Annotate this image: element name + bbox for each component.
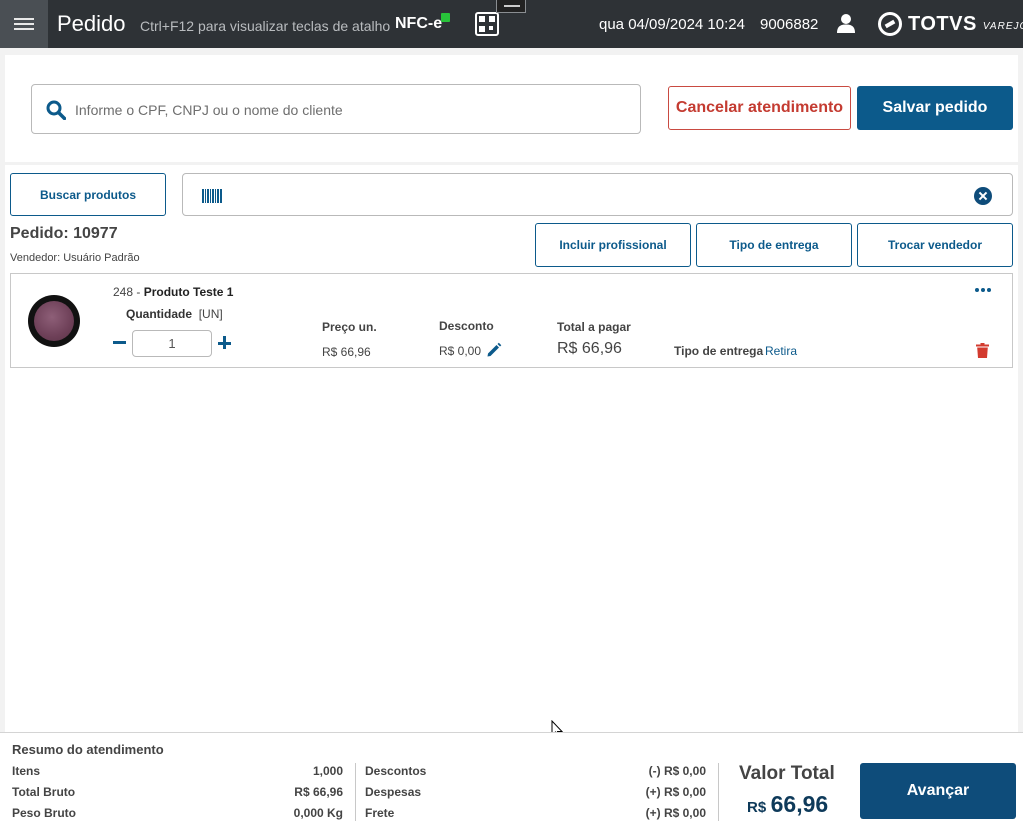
summary-title: Resumo do atendimento — [12, 742, 164, 757]
items-label: Itens — [12, 764, 41, 778]
gross-total-value: R$ 66,96 — [294, 785, 343, 799]
items-value: 1,000 — [312, 764, 343, 778]
more-options-icon[interactable] — [975, 288, 991, 294]
datetime: qua 04/09/2024 10:24 — [599, 16, 745, 33]
product-name: Produto Teste 1 — [143, 285, 234, 299]
discount-label: Desconto — [439, 319, 494, 333]
page-title: Pedido — [57, 11, 126, 36]
quantity-label: Quantidade [UN] — [126, 307, 223, 321]
trash-icon[interactable] — [976, 343, 989, 358]
user-code: 9006882 — [760, 16, 819, 33]
cancel-attendance-button[interactable]: Cancelar atendimento — [668, 86, 851, 130]
gross-total-label: Total Bruto — [12, 785, 76, 799]
unit-price-value: R$ 66,96 — [322, 345, 371, 359]
decrease-quantity-button[interactable] — [113, 335, 127, 349]
freight-label: Frete — [365, 806, 395, 820]
discount-value: R$ 0,00 — [439, 344, 482, 358]
total-value: R$ 66,96 — [747, 791, 828, 818]
summary-divider — [355, 763, 356, 821]
barcode-field[interactable] — [182, 173, 1013, 216]
product-image — [28, 295, 80, 347]
brand-name: TOTVS — [908, 12, 977, 35]
product-code: 248 - — [113, 285, 144, 299]
advance-button[interactable]: Avançar — [860, 763, 1016, 819]
quantity-label-text: Quantidade — [126, 307, 193, 321]
device-tab-icon[interactable] — [496, 0, 526, 13]
summary-divider — [718, 763, 719, 821]
total-to-pay-value: R$ 66,96 — [557, 340, 622, 357]
gross-weight-value: 0,000 Kg — [293, 806, 343, 820]
order-number: Pedido: 10977 — [10, 225, 118, 242]
include-professional-button[interactable]: Incluir profissional — [535, 223, 691, 267]
freight-value: (+) R$ 0,00 — [645, 806, 706, 820]
fiscal-mode-label[interactable]: NFC-e — [395, 15, 442, 33]
clear-icon[interactable] — [974, 187, 992, 205]
attendance-summary: Resumo do atendimento Itens 1,000 Total … — [0, 732, 1023, 826]
discounts-label: Descontos — [365, 764, 427, 778]
gross-weight-label: Peso Bruto — [12, 806, 77, 820]
discounts-value: (-) R$ 0,00 — [648, 764, 706, 778]
client-search-input[interactable] — [75, 95, 625, 125]
save-order-button[interactable]: Salvar pedido — [857, 86, 1013, 130]
barcode-input[interactable] — [233, 182, 963, 208]
change-seller-button[interactable]: Trocar vendedor — [857, 223, 1013, 267]
order-item-card: 248 - Produto Teste 1 Quantidade [UN] Pr… — [10, 273, 1013, 368]
fiscal-status-indicator — [441, 13, 450, 22]
edit-discount-icon[interactable] — [486, 342, 502, 358]
item-delivery-type-label: Tipo de entrega — [674, 344, 764, 358]
unit-label: [UN] — [198, 307, 223, 321]
brand-logo: TOTVS VAREJO — [878, 12, 1023, 36]
order-panel: Buscar produtos Pedido: 10977 Vendedor: … — [5, 165, 1018, 739]
total-currency: R$ — [747, 799, 767, 816]
client-panel: Cancelar atendimento Salvar pedido — [5, 55, 1018, 162]
total-to-pay-label: Total a pagar — [557, 320, 631, 334]
total-value-label: Valor Total — [739, 763, 835, 784]
menu-button[interactable] — [0, 0, 48, 48]
seller-name: Vendedor: Usuário Padrão — [10, 252, 140, 264]
client-search-box[interactable] — [31, 84, 641, 134]
delivery-type-button[interactable]: Tipo de entrega — [696, 223, 852, 267]
shortcut-hint: Ctrl+F12 para visualizar teclas de atalh… — [140, 18, 391, 34]
item-delivery-type-value[interactable]: Retira — [765, 344, 797, 358]
total-amount: 66,96 — [770, 791, 829, 817]
unit-price-label: Preço un. — [322, 320, 377, 334]
expenses-label: Despesas — [365, 785, 422, 799]
search-icon — [46, 100, 66, 120]
barcode-icon — [202, 189, 222, 203]
hamburger-icon — [14, 18, 34, 30]
expenses-value: (+) R$ 0,00 — [645, 785, 706, 799]
user-icon[interactable] — [836, 13, 856, 33]
brand-subtitle: VAREJO — [982, 20, 1023, 32]
top-bar: Pedido Ctrl+F12 para visualizar teclas d… — [0, 0, 1023, 48]
increase-quantity-button[interactable] — [218, 336, 232, 350]
totvs-logo-icon — [878, 12, 902, 36]
search-products-button[interactable]: Buscar produtos — [10, 173, 166, 216]
quantity-input[interactable] — [132, 330, 212, 357]
qr-code-icon[interactable] — [475, 12, 499, 36]
product-title: 248 - Produto Teste 1 — [113, 285, 233, 299]
